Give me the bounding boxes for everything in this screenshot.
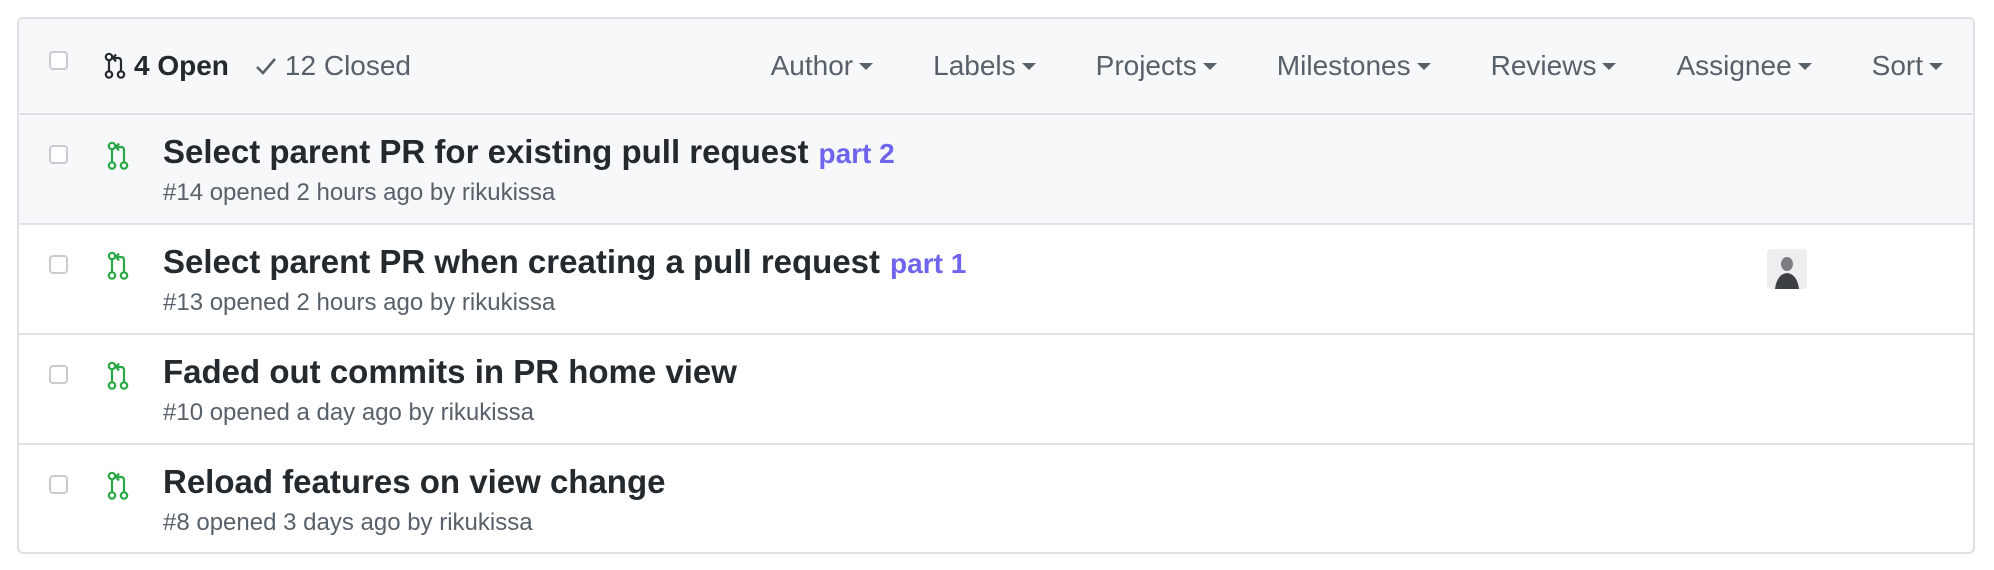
list-item[interactable]: Select parent PR for existing pull reque… <box>19 115 1973 225</box>
pr-title-line: Select parent PR when creating a pull re… <box>163 243 966 281</box>
projects-dropdown-label: Projects <box>1095 50 1197 81</box>
list-item[interactable]: Reload features on view change #8 opened… <box>19 445 1973 552</box>
reviews-dropdown-label: Reviews <box>1490 50 1597 81</box>
chevron-down-icon <box>1202 62 1217 70</box>
row-checkbox[interactable] <box>49 475 68 494</box>
labels-dropdown-label: Labels <box>933 50 1016 81</box>
pull-request-list: 4 Open 12 Closed Author Labels Projects … <box>17 17 1975 554</box>
select-all-checkbox[interactable] <box>49 51 68 70</box>
chevron-down-icon <box>1602 62 1617 70</box>
pr-label[interactable]: part 2 <box>818 138 894 170</box>
chevron-down-icon <box>859 62 874 70</box>
avatar-image <box>1767 249 1807 289</box>
labels-dropdown[interactable]: Labels <box>933 50 1036 82</box>
chevron-down-icon <box>1929 62 1943 70</box>
sort-dropdown-label: Sort <box>1871 50 1923 81</box>
list-header: 4 Open 12 Closed Author Labels Projects … <box>19 19 1973 115</box>
closed-filter[interactable]: 12 Closed <box>255 50 411 82</box>
row-checkbox[interactable] <box>49 365 68 384</box>
pr-title-link[interactable]: Faded out commits in PR home view <box>163 353 737 391</box>
avatar[interactable] <box>1767 249 1807 289</box>
pr-title-link[interactable]: Select parent PR for existing pull reque… <box>163 133 808 171</box>
git-pull-request-icon <box>107 361 129 390</box>
milestones-dropdown-label: Milestones <box>1276 50 1411 81</box>
list-item[interactable]: Faded out commits in PR home view #10 op… <box>19 335 1973 445</box>
pr-meta: #13 opened 2 hours ago by rikukissa <box>163 289 556 316</box>
open-count: 4 Open <box>134 50 229 81</box>
milestones-dropdown[interactable]: Milestones <box>1277 50 1431 82</box>
open-filter[interactable]: 4 Open <box>104 50 229 82</box>
pr-title-line: Reload features on view change <box>163 463 665 501</box>
projects-dropdown[interactable]: Projects <box>1096 50 1217 82</box>
pr-meta: #14 opened 2 hours ago by rikukissa <box>163 179 556 206</box>
git-pull-request-icon <box>107 471 129 500</box>
pr-meta: #10 opened a day ago by rikukissa <box>163 399 534 426</box>
closed-count: 12 Closed <box>284 50 412 81</box>
chevron-down-icon <box>1416 62 1431 70</box>
pr-label[interactable]: part 1 <box>890 248 966 280</box>
filter-bar: Author Labels Projects Milestones Review… <box>771 19 1943 113</box>
pr-title-line: Faded out commits in PR home view <box>163 353 737 391</box>
sort-dropdown[interactable]: Sort <box>1872 50 1943 82</box>
list-item[interactable]: Select parent PR when creating a pull re… <box>19 225 1973 335</box>
author-dropdown-label: Author <box>770 50 854 81</box>
check-icon <box>256 58 276 75</box>
pr-title-link[interactable]: Reload features on view change <box>163 463 665 501</box>
reviews-dropdown[interactable]: Reviews <box>1491 50 1617 82</box>
pr-meta: #8 opened 3 days ago by rikukissa <box>163 509 533 536</box>
git-pull-request-icon <box>107 141 129 170</box>
assignee-dropdown-label: Assignee <box>1676 50 1792 81</box>
chevron-down-icon <box>1797 62 1812 70</box>
state-filters: 4 Open 12 Closed <box>104 19 411 113</box>
chevron-down-icon <box>1021 62 1036 70</box>
row-checkbox[interactable] <box>49 255 68 274</box>
author-dropdown[interactable]: Author <box>771 50 874 82</box>
pr-title-line: Select parent PR for existing pull reque… <box>163 133 895 171</box>
row-checkbox[interactable] <box>49 145 68 164</box>
git-pull-request-icon <box>104 52 126 79</box>
git-pull-request-icon <box>107 251 129 280</box>
pr-title-link[interactable]: Select parent PR when creating a pull re… <box>163 243 880 281</box>
assignee-dropdown[interactable]: Assignee <box>1676 50 1812 82</box>
